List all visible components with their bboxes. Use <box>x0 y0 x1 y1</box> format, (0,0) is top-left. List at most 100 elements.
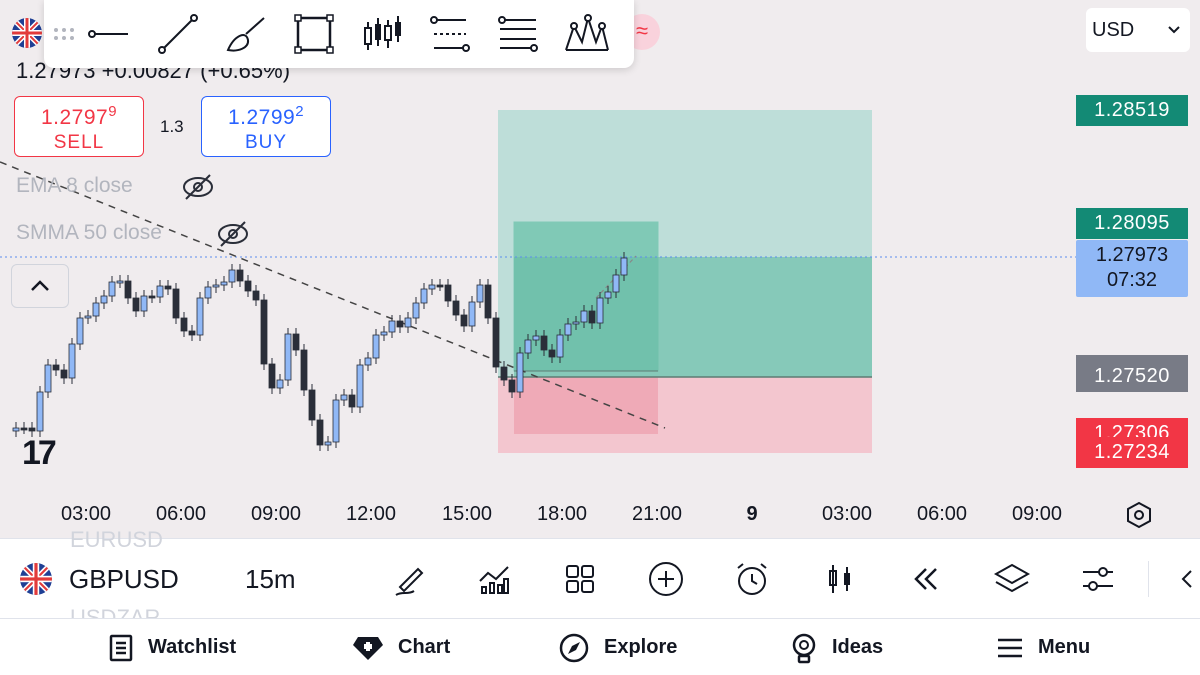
candle-up <box>220 281 228 286</box>
settings-sliders-icon[interactable] <box>1076 557 1120 601</box>
alert-icon[interactable] <box>730 557 774 601</box>
candle-up <box>12 427 20 432</box>
candle-down <box>436 284 444 288</box>
interval-button[interactable]: 15m <box>245 564 296 595</box>
candle-down <box>28 427 36 432</box>
candle-up <box>100 295 108 304</box>
candle-up <box>428 284 436 290</box>
fib-retracement-icon[interactable] <box>484 0 552 68</box>
candle-up <box>468 301 476 327</box>
tradingview-logo: 17 <box>22 434 57 472</box>
candle-up <box>476 284 484 303</box>
candle-up <box>108 281 116 297</box>
nav-explore[interactable]: Explore <box>558 619 677 675</box>
indicator-ema[interactable]: EMA 8 close <box>16 174 133 198</box>
sell-button[interactable]: 1.27979 SELL <box>14 96 144 157</box>
parallel-channel-icon[interactable] <box>416 0 484 68</box>
brush-icon[interactable] <box>212 0 280 68</box>
time-axis-label: 03:00 <box>821 503 873 525</box>
symbol-flag-icon[interactable] <box>20 563 52 595</box>
pattern-icon[interactable] <box>552 0 620 68</box>
candle-down <box>292 333 300 351</box>
bottom-navigation: Watchlist Chart Explore Ideas Menu <box>0 618 1200 675</box>
candle-up <box>388 320 396 333</box>
price-scale-badge: 1.27520 <box>1076 361 1188 393</box>
candle-down <box>52 364 60 371</box>
candle-down <box>132 297 140 312</box>
symbol-search-button[interactable]: GBPUSD <box>69 564 179 595</box>
chevron-left-icon[interactable] <box>1170 557 1200 601</box>
time-axis-label: 09:00 <box>250 503 302 525</box>
position-filled-zone <box>514 257 872 377</box>
chart-settings-icon[interactable] <box>1124 500 1154 530</box>
candle-up <box>332 399 340 443</box>
time-axis-label: 18:00 <box>536 503 588 525</box>
spread-value: 1.3 <box>160 117 184 136</box>
candle-down <box>252 290 260 301</box>
drag-handle-icon[interactable] <box>52 19 76 49</box>
objects-tree-icon[interactable] <box>990 557 1034 601</box>
nav-menu-label: Menu <box>1038 636 1091 658</box>
indicator-smma[interactable]: SMMA 50 close <box>16 221 162 245</box>
buy-label: BUY <box>244 132 288 153</box>
chevron-down-icon <box>1168 26 1180 34</box>
candle-up <box>356 364 364 408</box>
layouts-icon[interactable] <box>558 557 602 601</box>
indicators-icon[interactable] <box>472 557 516 601</box>
bottom-toolbar: EURUSD USDZAR GBPUSD 15m <box>0 527 1200 630</box>
horizontal-line-icon[interactable] <box>76 0 144 68</box>
buy-button[interactable]: 1.27992 BUY <box>201 96 331 157</box>
menu-icon <box>998 638 1022 657</box>
candle-up <box>612 274 620 293</box>
replay-icon[interactable] <box>904 557 948 601</box>
eye-off-icon[interactable] <box>215 219 251 249</box>
time-axis-label: 12:00 <box>345 503 397 525</box>
sell-label: SELL <box>53 132 105 153</box>
collapse-legend-button[interactable] <box>11 264 69 308</box>
position-loss-zone-inner <box>514 377 658 434</box>
candle-down <box>244 280 252 292</box>
candle-up <box>228 269 236 283</box>
nav-chart[interactable]: Chart <box>352 619 450 675</box>
candle-up <box>92 302 100 317</box>
candle-down <box>452 300 460 316</box>
rectangle-icon[interactable] <box>280 0 348 68</box>
candle-down <box>396 320 404 328</box>
chart-area[interactable]: 1.285191.280951.275441.275201.273061.272… <box>0 0 1200 538</box>
candle-down <box>172 288 180 319</box>
candle-up <box>324 441 332 446</box>
currency-select[interactable]: USD <box>1086 8 1190 52</box>
time-axis-label: 06:00 <box>155 503 207 525</box>
candles-icon[interactable] <box>348 0 416 68</box>
nav-ideas[interactable]: Ideas <box>790 619 883 675</box>
nav-watchlist-label: Watchlist <box>148 636 237 658</box>
chart-icon <box>353 636 383 660</box>
nav-menu[interactable]: Menu <box>996 619 1090 675</box>
candle-up <box>604 291 612 299</box>
buy-price: 1.27992 <box>227 103 305 129</box>
candle-up <box>276 379 284 389</box>
bar-countdown: 07:32 <box>1106 269 1158 291</box>
candle-down <box>60 369 68 379</box>
candle-down <box>236 269 244 282</box>
candle-up <box>140 295 148 312</box>
time-axis-label: 9 <box>746 503 758 525</box>
drawing-tools-icon[interactable] <box>388 557 432 601</box>
candle-down <box>260 299 268 365</box>
price-scale-badge: 1.28519 <box>1076 95 1188 126</box>
add-icon[interactable] <box>644 557 688 601</box>
nav-watchlist[interactable]: Watchlist <box>108 619 236 675</box>
compass-icon <box>559 633 589 662</box>
chart-type-icon[interactable] <box>818 557 862 601</box>
candle-down <box>180 317 188 332</box>
tradingview-app: 1.285191.280951.275441.275201.273061.272… <box>0 0 1200 675</box>
trend-line-icon[interactable] <box>144 0 212 68</box>
candle-down <box>540 335 548 351</box>
currency-value: USD <box>1092 18 1135 41</box>
candle-up <box>620 257 628 276</box>
candle-down <box>124 280 132 299</box>
candle-down <box>548 349 556 358</box>
candle-up <box>84 315 92 319</box>
eye-off-icon[interactable] <box>180 172 216 202</box>
nav-explore-label: Explore <box>604 636 678 658</box>
